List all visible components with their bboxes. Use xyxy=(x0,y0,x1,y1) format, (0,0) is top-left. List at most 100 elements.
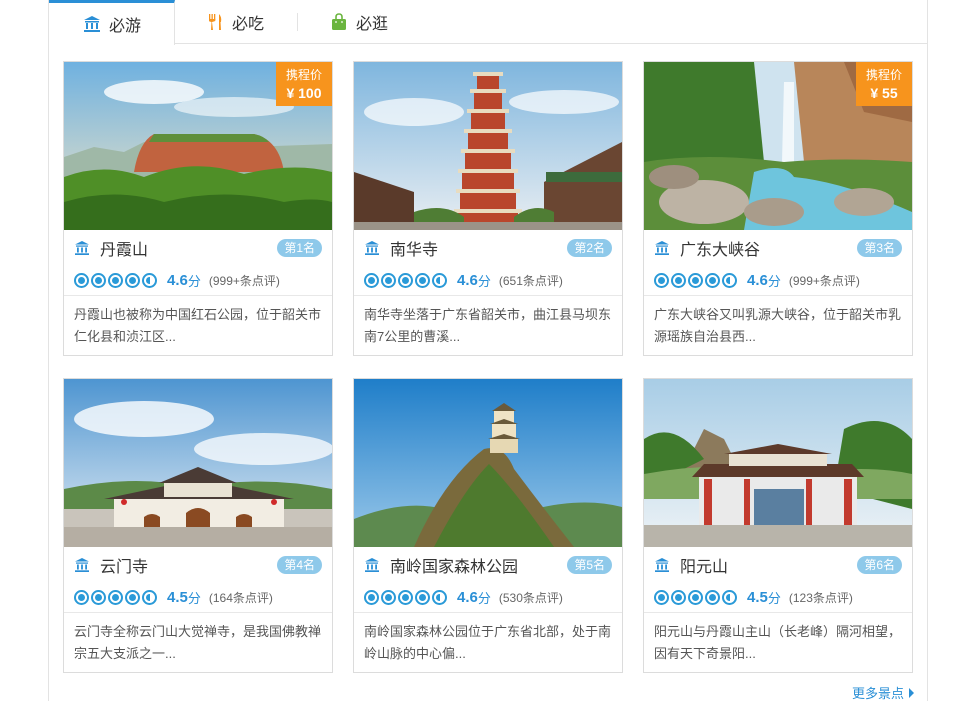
rating-circles xyxy=(74,589,159,605)
more-attractions-link[interactable]: 更多景点 xyxy=(852,683,914,701)
rank-badge: 第3名 xyxy=(857,239,902,257)
attraction-card[interactable]: 南岭国家森林公园 第5名 4.6 分 (530条点评) 南岭国家森林公园位于广东省… xyxy=(353,378,623,673)
rating-circle-icon xyxy=(688,272,703,288)
rating-half-circle-icon xyxy=(432,589,447,605)
rating-row: 4.6 分 (999+条点评) xyxy=(654,268,860,292)
museum-icon xyxy=(655,241,669,255)
tab-must-visit[interactable]: 必游 xyxy=(49,0,175,45)
score: 4.6 xyxy=(747,271,768,289)
rating-circle-icon xyxy=(671,272,686,288)
museum-icon xyxy=(365,241,379,255)
tab-label: 必游 xyxy=(109,18,142,35)
museum-icon xyxy=(655,558,669,572)
attraction-name[interactable]: 丹霞山 xyxy=(100,236,148,260)
attraction-description: 广东大峡谷又叫乳源大峡谷，位于韶关市乳源瑶族自治县西... xyxy=(644,295,912,355)
fork-knife-icon xyxy=(209,14,222,30)
rating-circle-icon xyxy=(415,589,430,605)
attraction-name[interactable]: 云门寺 xyxy=(100,553,148,577)
score-unit: 分 xyxy=(477,273,491,289)
rating-circle-icon xyxy=(125,589,140,605)
rating-half-circle-icon xyxy=(722,589,737,605)
price-value: ¥ 55 xyxy=(870,85,898,101)
rating-circle-icon xyxy=(74,272,89,288)
score: 4.6 xyxy=(167,271,188,289)
attraction-card[interactable]: 阳元山 第6名 4.5 分 (123条点评) 阳元山与丹霞山主山（长老峰）隔河相望… xyxy=(643,378,913,673)
attraction-photo xyxy=(354,62,622,230)
review-count[interactable]: (164条点评) xyxy=(209,589,273,606)
rating-circle-icon xyxy=(91,589,106,605)
rating-circle-icon xyxy=(125,272,140,288)
rating-circle-icon xyxy=(364,589,379,605)
tab-divider xyxy=(297,13,298,31)
rating-circle-icon xyxy=(415,272,430,288)
rating-half-circle-icon xyxy=(432,272,447,288)
rating-circle-icon xyxy=(74,589,89,605)
rating-circle-icon xyxy=(654,272,669,288)
rating-circle-icon xyxy=(654,589,669,605)
museum-icon xyxy=(75,241,89,255)
rating-circles xyxy=(364,272,449,288)
museum-icon xyxy=(365,558,379,572)
caret-right-icon xyxy=(909,687,914,698)
tab-label: 必吃 xyxy=(232,16,265,33)
price-tag: 携程价 ¥ 55 xyxy=(856,62,912,106)
attraction-photo: 携程价 ¥ 100 xyxy=(64,62,332,230)
review-count[interactable]: (999+条点评) xyxy=(209,272,280,289)
rating-half-circle-icon xyxy=(142,272,157,288)
tab-must-eat[interactable]: 必吃 xyxy=(206,0,306,44)
attraction-description: 南华寺坐落于广东省韶关市，曲江县马坝东南7公里的曹溪... xyxy=(354,295,622,355)
rating-row: 4.6 分 (651条点评) xyxy=(364,268,563,292)
tab-label: 必逛 xyxy=(356,16,389,33)
museum-icon xyxy=(84,16,100,32)
rating-circle-icon xyxy=(398,272,413,288)
review-count[interactable]: (651条点评) xyxy=(499,272,563,289)
rating-row: 4.6 分 (999+条点评) xyxy=(74,268,280,292)
tab-must-shop[interactable]: 必逛 xyxy=(330,0,430,44)
price-value: ¥ 100 xyxy=(286,85,322,101)
attraction-description: 云门寺全称云门山大觉禅寺，是我国佛教禅宗五大支派之一... xyxy=(64,612,332,672)
attraction-name[interactable]: 广东大峡谷 xyxy=(680,236,760,260)
rating-half-circle-icon xyxy=(722,272,737,288)
rating-circles xyxy=(74,272,159,288)
attraction-card[interactable]: 携程价 ¥ 100 丹霞山 第1名 4.6 分 (999+条点评) 丹霞山也被称为… xyxy=(63,61,333,356)
rating-circles xyxy=(654,589,739,605)
attraction-photo: 携程价 ¥ 55 xyxy=(644,62,912,230)
rating-circle-icon xyxy=(671,589,686,605)
attraction-card[interactable]: 南华寺 第2名 4.6 分 (651条点评) 南华寺坐落于广东省韶关市，曲江县马坝… xyxy=(353,61,623,356)
score: 4.5 xyxy=(747,588,768,606)
attraction-name[interactable]: 阳元山 xyxy=(680,553,728,577)
review-count[interactable]: (123条点评) xyxy=(789,589,853,606)
rating-circle-icon xyxy=(688,589,703,605)
attraction-name[interactable]: 南华寺 xyxy=(390,236,438,260)
rating-circle-icon xyxy=(705,272,720,288)
attraction-photo xyxy=(644,379,912,547)
more-link-label: 更多景点 xyxy=(851,686,904,701)
rating-circles xyxy=(654,272,739,288)
rating-circle-icon xyxy=(108,589,123,605)
rank-badge: 第4名 xyxy=(277,556,322,574)
attraction-description: 南岭国家森林公园位于广东省北部，处于南岭山脉的中心偏... xyxy=(354,612,622,672)
attraction-name[interactable]: 南岭国家森林公园 xyxy=(390,553,518,577)
rating-circle-icon xyxy=(381,272,396,288)
rank-badge: 第2名 xyxy=(567,239,612,257)
rating-circle-icon xyxy=(705,589,720,605)
score-unit: 分 xyxy=(767,590,781,606)
score-unit: 分 xyxy=(187,590,201,606)
rating-circle-icon xyxy=(398,589,413,605)
rating-circle-icon xyxy=(364,272,379,288)
attraction-photo xyxy=(354,379,622,547)
review-count[interactable]: (530条点评) xyxy=(499,589,563,606)
attraction-card[interactable]: 携程价 ¥ 55 广东大峡谷 第3名 4.6 分 (999+条点评) 广东大峡谷又… xyxy=(643,61,913,356)
price-label: 携程价 xyxy=(865,68,902,82)
shopping-bag-icon xyxy=(332,13,346,30)
rating-row: 4.6 分 (530条点评) xyxy=(364,585,563,609)
museum-icon xyxy=(75,558,89,572)
attraction-card[interactable]: 云门寺 第4名 4.5 分 (164条点评) 云门寺全称云门山大觉禅寺，是我国佛教… xyxy=(63,378,333,673)
score-unit: 分 xyxy=(477,590,491,606)
rating-circle-icon xyxy=(108,272,123,288)
attraction-photo xyxy=(64,379,332,547)
price-label: 携程价 xyxy=(285,68,322,82)
category-tabs: 必游 必吃 必逛 xyxy=(49,0,927,45)
review-count[interactable]: (999+条点评) xyxy=(789,272,860,289)
score-unit: 分 xyxy=(767,273,781,289)
